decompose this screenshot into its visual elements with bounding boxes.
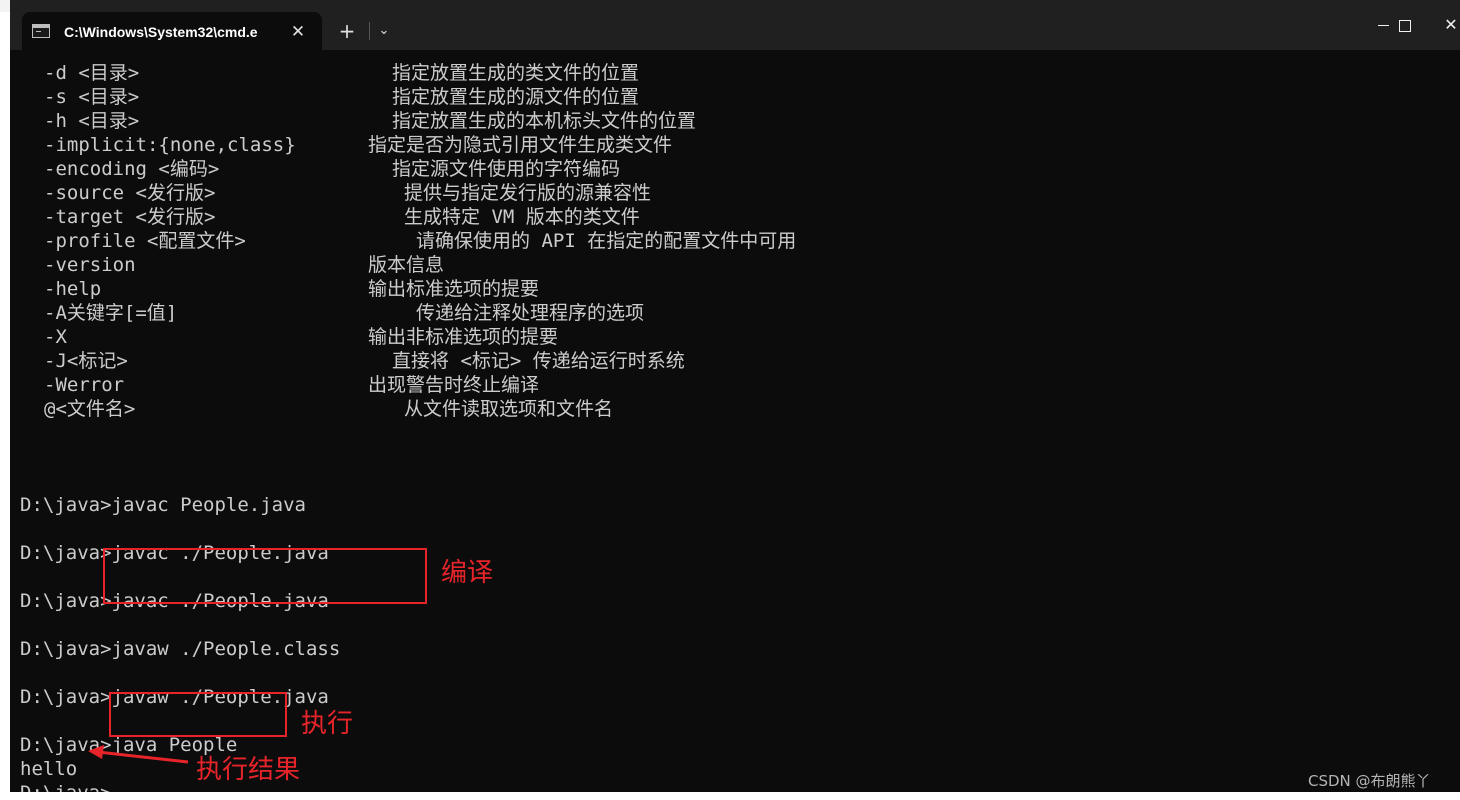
option-desc: 输出非标准选项的提要 xyxy=(368,326,559,348)
option-name: -profile <配置文件> xyxy=(44,230,246,252)
option-line: -source <发行版> 提供与指定发行版的源兼容性 xyxy=(20,181,1440,205)
option-desc: 版本信息 xyxy=(368,254,445,276)
option-line: -version 版本信息 xyxy=(20,253,1440,277)
option-name: @<文件名> xyxy=(44,398,136,420)
execute-label: 执行 xyxy=(301,709,354,739)
option-line: -X 输出非标准选项的提要 xyxy=(20,325,1440,349)
command-text: D:\java>javac People.java xyxy=(20,494,306,516)
option-line: -encoding <编码> 指定源文件使用的字符编码 xyxy=(20,157,1440,181)
command-text: D:\java>javaw ./People.class xyxy=(20,638,341,660)
command-line: D:\java>javac People.java xyxy=(20,493,1440,517)
option-name: -encoding <编码> xyxy=(44,158,220,180)
console-output[interactable]: -d <目录> 指定放置生成的类文件的位置 -s <目录> 指定放置生成的源文件的位… xyxy=(20,61,1440,792)
option-name: -implicit:{none,class} xyxy=(44,134,296,156)
option-line: @<文件名> 从文件读取选项和文件名 xyxy=(20,397,1440,421)
option-line: -help 输出标准选项的提要 xyxy=(20,277,1440,301)
title-bar: C:\Windows\System32\cmd.e ✕ + ⌄ ✕ xyxy=(10,0,1460,50)
watermark: CSDN @布朗熊丫 xyxy=(1308,772,1431,790)
new-tab-button[interactable]: + xyxy=(332,18,362,44)
maximize-button[interactable] xyxy=(1382,8,1428,42)
result-label: 执行结果 xyxy=(196,755,301,785)
option-line: -J<标记> 直接将 <标记> 传递给运行时系统 xyxy=(20,349,1440,373)
option-name: -source <发行版> xyxy=(44,182,216,204)
compile-label: 编译 xyxy=(441,558,494,588)
option-name: -help xyxy=(44,278,102,300)
command-line: D:\java>javaw ./People.class xyxy=(20,637,1440,661)
cmd-window: C:\Windows\System32\cmd.e ✕ + ⌄ ✕ -d <目录… xyxy=(10,0,1460,792)
option-desc: 提供与指定发行版的源兼容性 xyxy=(404,182,652,204)
option-desc: 指定是否为隐式引用文件生成类文件 xyxy=(368,134,673,156)
option-name: -d <目录> xyxy=(44,62,140,84)
execute-highlight-box xyxy=(109,692,287,737)
option-name: -A关键字[=值] xyxy=(44,302,178,324)
compile-highlight-box xyxy=(103,548,427,604)
chevron-down-icon[interactable]: ⌄ xyxy=(372,18,396,44)
option-line: -target <发行版> 生成特定 VM 版本的类文件 xyxy=(20,205,1440,229)
option-name: -J<标记> xyxy=(44,350,128,372)
option-name: -h <目录> xyxy=(44,110,140,132)
option-line: -implicit:{none,class} 指定是否为隐式引用文件生成类文件 xyxy=(20,133,1440,157)
tab-title: C:\Windows\System32\cmd.e xyxy=(64,24,258,40)
option-name: -target <发行版> xyxy=(44,206,216,228)
option-line: -Werror 出现警告时终止编译 xyxy=(20,373,1440,397)
maximize-icon xyxy=(1399,19,1411,32)
option-line: -s <目录> 指定放置生成的源文件的位置 xyxy=(20,85,1440,109)
console-icon xyxy=(32,24,50,38)
option-desc: 请确保使用的 API 在指定的配置文件中可用 xyxy=(416,230,797,252)
option-desc: 出现警告时终止编译 xyxy=(368,374,540,396)
option-name: -Werror xyxy=(44,374,125,396)
close-window-button[interactable]: ✕ xyxy=(1428,8,1460,42)
option-name: -version xyxy=(44,254,136,276)
option-desc: 直接将 <标记> 传递给运行时系统 xyxy=(392,350,685,372)
option-desc: 生成特定 VM 版本的类文件 xyxy=(404,206,640,228)
output-text: hello xyxy=(20,758,78,780)
option-desc: 指定放置生成的本机标头文件的位置 xyxy=(392,110,697,132)
tab-divider xyxy=(369,22,370,40)
option-line: -d <目录> 指定放置生成的类文件的位置 xyxy=(20,61,1440,85)
option-name: -s <目录> xyxy=(44,86,140,108)
option-desc: 指定放置生成的源文件的位置 xyxy=(392,86,640,108)
tab-cmd[interactable]: C:\Windows\System32\cmd.e ✕ xyxy=(22,12,322,50)
close-tab-icon[interactable]: ✕ xyxy=(286,20,310,44)
option-desc: 传递给注释处理程序的选项 xyxy=(416,302,645,324)
result-arrow-icon xyxy=(88,745,189,764)
option-name: -X xyxy=(44,326,67,348)
option-line: -h <目录> 指定放置生成的本机标头文件的位置 xyxy=(20,109,1440,133)
option-desc: 输出标准选项的提要 xyxy=(368,278,540,300)
option-desc: 从文件读取选项和文件名 xyxy=(404,398,614,420)
option-desc: 指定源文件使用的字符编码 xyxy=(392,158,621,180)
option-line: -A关键字[=值] 传递给注释处理程序的选项 xyxy=(20,301,1440,325)
option-desc: 指定放置生成的类文件的位置 xyxy=(392,62,640,84)
option-line: -profile <配置文件> 请确保使用的 API 在指定的配置文件中可用 xyxy=(20,229,1440,253)
prompt-text: D:\java> xyxy=(20,781,112,792)
